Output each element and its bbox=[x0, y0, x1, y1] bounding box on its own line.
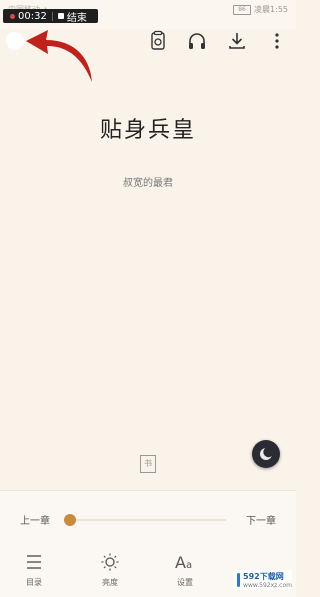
prev-chapter-button[interactable]: 上一章 bbox=[20, 512, 50, 527]
headphones-icon[interactable] bbox=[186, 30, 208, 52]
status-right: 86 凌晨1:55 bbox=[233, 4, 288, 15]
publisher-seal-icon: 书 bbox=[140, 455, 156, 473]
site-watermark: 592下载网 www.592xz.com bbox=[234, 570, 292, 590]
battery-icon: 86 bbox=[233, 4, 252, 15]
divider bbox=[51, 11, 53, 21]
watermark-text-block: 592下载网 www.592xz.com bbox=[243, 571, 292, 589]
screen-recording-pill[interactable]: 00:32 结束 bbox=[3, 9, 98, 24]
moon-icon bbox=[260, 446, 274, 460]
svg-text:A: A bbox=[175, 553, 186, 571]
watermark-sub: www.592xz.com bbox=[243, 582, 292, 589]
list-icon bbox=[27, 555, 41, 569]
bookmark-photo-icon[interactable] bbox=[146, 30, 168, 52]
menu-label-catalog: 目录 bbox=[26, 578, 42, 587]
menu-item-catalog[interactable]: 目录 bbox=[9, 553, 59, 588]
more-icon[interactable] bbox=[266, 30, 288, 52]
seal-text: 书 bbox=[144, 459, 152, 468]
brightness-icon bbox=[101, 553, 119, 571]
chapter-progress-slider[interactable] bbox=[64, 514, 226, 526]
menu-item-brightness[interactable]: 亮度 bbox=[85, 553, 135, 588]
watermark-text: 592下载网 bbox=[243, 572, 284, 581]
menu-label-brightness: 亮度 bbox=[102, 578, 118, 587]
next-chapter-button[interactable]: 下一章 bbox=[246, 512, 276, 527]
font-icon: A a bbox=[175, 553, 192, 572]
recording-dot-icon bbox=[10, 13, 15, 19]
progress-thumb[interactable] bbox=[64, 514, 76, 526]
clock-text: 凌晨1:55 bbox=[254, 5, 288, 14]
stop-icon bbox=[57, 13, 64, 19]
menu-label-settings: 设置 bbox=[177, 578, 193, 587]
recording-time: 00:32 bbox=[18, 10, 47, 22]
svg-text:a: a bbox=[186, 560, 192, 571]
download-icon[interactable] bbox=[226, 30, 248, 52]
stop-recording-label[interactable]: 结束 bbox=[67, 9, 87, 24]
annotation-arrow-icon bbox=[26, 30, 92, 82]
watermark-logo-icon bbox=[237, 573, 241, 587]
night-mode-button[interactable] bbox=[252, 440, 280, 468]
chapter-navigation: 上一章 下一章 bbox=[0, 507, 296, 531]
menu-item-settings[interactable]: A a 设置 bbox=[160, 553, 210, 588]
book-title: 贴身兵皇 bbox=[99, 118, 196, 143]
book-author: 叔宽的最君 bbox=[123, 178, 173, 189]
